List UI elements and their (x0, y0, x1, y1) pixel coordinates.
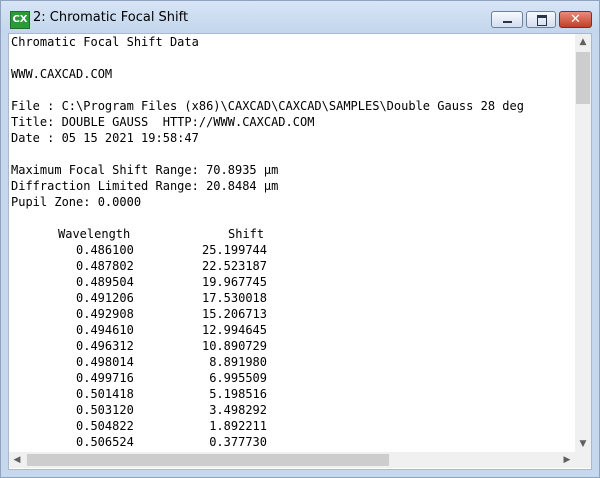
shift-value: 10.890729 (201, 339, 267, 353)
title-bar[interactable]: CX 2: Chromatic Focal Shift ✕ (1, 1, 599, 33)
scrollbar-corner (575, 452, 591, 468)
vertical-scrollbar[interactable]: ▲ ▼ (575, 34, 591, 452)
horizontal-scroll-thumb[interactable] (27, 454, 389, 466)
diffraction-range-line: Diffraction Limited Range: 20.8484 µm (11, 179, 279, 193)
minimize-button[interactable] (491, 11, 523, 28)
window-title: 2: Chromatic Focal Shift (33, 10, 189, 25)
app-icon[interactable]: CX (10, 11, 30, 29)
scroll-left-icon[interactable]: ◀ (9, 452, 25, 468)
shift-value: 1.892211 (209, 419, 267, 433)
minimize-icon (503, 21, 512, 23)
scroll-up-icon[interactable]: ▲ (575, 34, 591, 50)
text-viewer[interactable]: Chromatic Focal Shift Data WWW.CAXCAD.CO… (8, 33, 592, 470)
shift-value: 12.994645 (201, 323, 267, 337)
shift-value: 15.206713 (201, 307, 267, 321)
close-button[interactable]: ✕ (559, 11, 592, 28)
title-line: Title: DOUBLE GAUSS HTTP://WWW.CAXCAD.CO… (11, 115, 315, 129)
max-focal-shift-line: Maximum Focal Shift Range: 70.8935 µm (11, 163, 279, 177)
shift-value: 0.377730 (209, 435, 267, 449)
shift-value: 25.199744 (201, 243, 267, 257)
pupil-zone-line: Pupil Zone: 0.0000 (11, 195, 142, 209)
shift-value: 3.498292 (209, 403, 267, 417)
report-text: Chromatic Focal Shift Data WWW.CAXCAD.CO… (11, 34, 576, 452)
shift-value: 19.967745 (201, 275, 267, 289)
wavelength-column-header: Wavelength (58, 227, 131, 241)
shift-value: 8.891980 (209, 355, 267, 369)
report-heading: Chromatic Focal Shift Data (11, 35, 199, 49)
shift-column-header: Shift (228, 227, 265, 241)
close-icon: ✕ (570, 12, 581, 27)
report-window: CX 2: Chromatic Focal Shift ✕ Chromatic … (0, 0, 600, 478)
report-website: WWW.CAXCAD.COM (11, 67, 113, 81)
maximize-icon (537, 15, 547, 26)
maximize-button[interactable] (526, 11, 556, 28)
shift-value: 17.530018 (201, 291, 267, 305)
vertical-scroll-thumb[interactable] (576, 52, 590, 104)
date-line: Date : 05 15 2021 19:58:47 (11, 131, 199, 145)
shift-value: 5.198516 (209, 387, 267, 401)
file-path-line: File : C:\Program Files (x86)\CAXCAD\CAX… (11, 99, 524, 113)
horizontal-scrollbar[interactable]: ◀ ▶ (9, 452, 575, 468)
scroll-down-icon[interactable]: ▼ (575, 436, 591, 452)
scroll-right-icon[interactable]: ▶ (559, 452, 575, 468)
shift-value: 6.995509 (209, 371, 267, 385)
shift-value: 22.523187 (201, 259, 267, 273)
